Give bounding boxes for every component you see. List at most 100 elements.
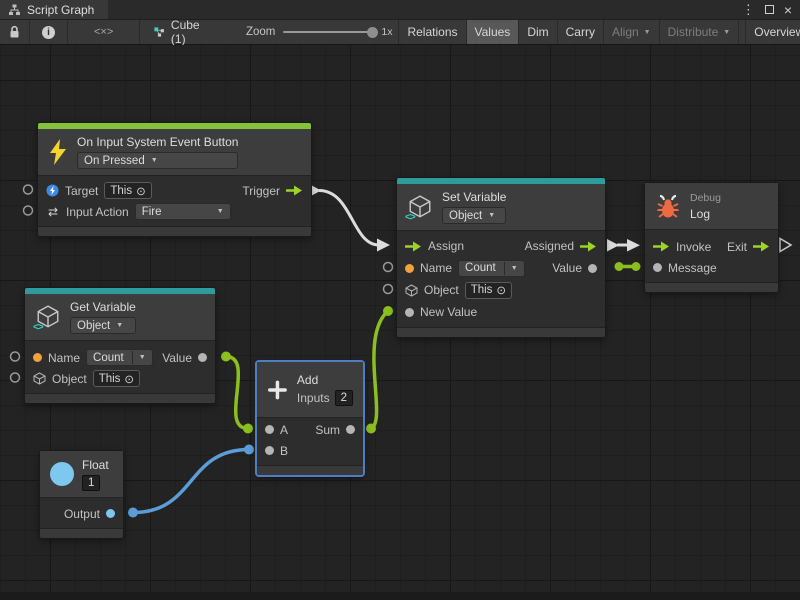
wire-sum-to-newvalue[interactable]: [366, 306, 393, 434]
port-row-b: B: [257, 440, 363, 461]
node-title: Set Variable: [442, 190, 506, 204]
trigger-flow-port[interactable]: [286, 185, 303, 196]
message-input-port[interactable]: [653, 263, 662, 272]
input-action-icon: ⇄: [46, 205, 60, 219]
sum-output-port[interactable]: [346, 425, 355, 434]
port-row-name: Name Count▼ Value: [25, 347, 215, 368]
event-target-icon: [46, 184, 59, 197]
value-output-port[interactable]: [198, 353, 207, 362]
object-chip[interactable]: This⊙: [465, 282, 512, 299]
lock-button[interactable]: [0, 20, 30, 44]
object-chip[interactable]: This⊙: [93, 370, 140, 387]
value-output-port[interactable]: [588, 264, 597, 273]
variable-name-dropdown[interactable]: Count▼: [458, 260, 525, 277]
window-menu-button[interactable]: ⋮: [742, 2, 755, 18]
name-value-port[interactable]: [33, 353, 42, 362]
port-row-invoke: Invoke Exit: [645, 236, 778, 257]
name-value-port[interactable]: [405, 264, 414, 273]
chevron-down-icon: ▼: [217, 208, 224, 215]
tab-script-graph[interactable]: Script Graph: [0, 0, 108, 19]
carry-button[interactable]: Carry: [558, 20, 604, 44]
close-button[interactable]: ×: [784, 2, 792, 18]
output-port[interactable]: [106, 509, 115, 518]
wire-getvalue-to-a[interactable]: [221, 352, 253, 434]
node-title: Get Variable: [70, 300, 136, 314]
port-row-object: Object This⊙: [397, 279, 605, 301]
node-body: A Sum B: [257, 417, 363, 465]
window-controls: ⋮ ×: [742, 0, 800, 19]
maximize-button[interactable]: [765, 5, 774, 14]
wire-assigned-to-invoke[interactable]: [607, 239, 640, 252]
node-set-variable[interactable]: <> Set Variable Object▼ Assign: [397, 178, 605, 337]
float-value-field[interactable]: 1: [82, 475, 100, 491]
node-on-input-system-event[interactable]: On Input System Event Button On Pressed▼…: [38, 123, 311, 236]
variable-kind-dropdown[interactable]: Object▼: [442, 207, 506, 224]
variable-name-dropdown[interactable]: Count▼: [86, 349, 153, 366]
node-footer: [257, 465, 363, 475]
lightning-bolt-icon: [48, 139, 68, 165]
node-float-literal[interactable]: Float 1 Output: [40, 451, 123, 538]
node-footer: [397, 327, 605, 337]
variable-cube-icon: <>: [407, 194, 433, 220]
exit-port-unconnected: [780, 239, 791, 252]
port-label: Name: [48, 351, 80, 365]
target-picker-icon[interactable]: ⊙: [496, 283, 506, 297]
object-cube-icon: [405, 284, 418, 297]
port-row-new-value: New Value: [397, 301, 605, 323]
exit-flow-port[interactable]: [753, 241, 770, 252]
overview-button[interactable]: Overview: [745, 20, 800, 44]
script-graph-window: Script Graph ⋮ × i <×>: [0, 0, 800, 600]
target-picker-icon[interactable]: ⊙: [136, 184, 146, 198]
dim-button[interactable]: Dim: [519, 20, 557, 44]
inputs-count-field[interactable]: 2: [335, 390, 353, 406]
target-picker-icon[interactable]: ⊙: [124, 372, 134, 386]
wire-value-to-message[interactable]: [615, 262, 641, 271]
graph-context-button[interactable]: Cube (1): [146, 20, 212, 44]
wire-trigger-to-assign[interactable]: [309, 184, 390, 252]
wire-float-to-b[interactable]: [128, 445, 254, 518]
port-label: Sum: [315, 423, 340, 437]
b-input-port[interactable]: [265, 446, 274, 455]
node-add[interactable]: Add Inputs 2 A Sum: [257, 362, 363, 475]
port-label: Target: [65, 184, 98, 198]
variable-kind-dropdown[interactable]: Object▼: [70, 317, 136, 334]
info-button[interactable]: i: [30, 20, 68, 44]
new-value-port[interactable]: [405, 308, 414, 317]
port-label: Exit: [727, 240, 747, 254]
input-action-port-unconnected: [24, 206, 33, 215]
port-label: Value: [552, 261, 582, 275]
align-button[interactable]: Align▼: [604, 20, 660, 44]
invoke-flow-port[interactable]: [653, 241, 670, 252]
zoom-slider[interactable]: [283, 31, 373, 33]
assign-flow-port[interactable]: [405, 241, 422, 252]
input-action-dropdown[interactable]: Fire▼: [135, 203, 231, 220]
assigned-flow-port[interactable]: [580, 241, 597, 252]
node-body: Invoke Exit Message: [645, 229, 778, 282]
port-label: Value: [162, 351, 192, 365]
chevron-down-icon: ▼: [504, 262, 518, 275]
port-row-output: Output: [40, 503, 123, 524]
port-label: Output: [64, 507, 100, 521]
values-button[interactable]: Values: [467, 20, 520, 44]
port-row-input-action: ⇄ Input Action Fire▼: [38, 201, 311, 222]
chevron-down-icon: ▼: [488, 212, 495, 219]
node-get-variable[interactable]: <> Get Variable Object▼ Name Count▼: [25, 288, 215, 403]
relations-button[interactable]: Relations: [399, 20, 466, 44]
a-input-port[interactable]: [265, 425, 274, 434]
port-label: Message: [668, 261, 717, 275]
target-object-chip[interactable]: This⊙: [104, 182, 151, 199]
node-body: Output: [40, 497, 123, 528]
canvas-bottom-edge: [0, 592, 800, 600]
chevron-down-icon: ▼: [116, 322, 123, 329]
node-header: <> Get Variable Object▼: [25, 294, 215, 340]
graph-toolbar: i <×> Cube (1) Zoom 1x Relations Values …: [0, 20, 800, 45]
node-header: Float 1: [40, 451, 123, 497]
graph-canvas[interactable]: On Input System Event Button On Pressed▼…: [0, 45, 800, 600]
port-label: Object: [52, 372, 87, 386]
distribute-button[interactable]: Distribute▼: [660, 20, 740, 44]
event-mode-dropdown[interactable]: On Pressed▼: [77, 152, 238, 169]
port-row-message: Message: [645, 257, 778, 278]
node-debug-log[interactable]: Debug Log Invoke Exit: [645, 183, 778, 292]
zoom-slider-handle[interactable]: [367, 27, 378, 38]
code-preview-button[interactable]: <×>: [68, 20, 140, 44]
